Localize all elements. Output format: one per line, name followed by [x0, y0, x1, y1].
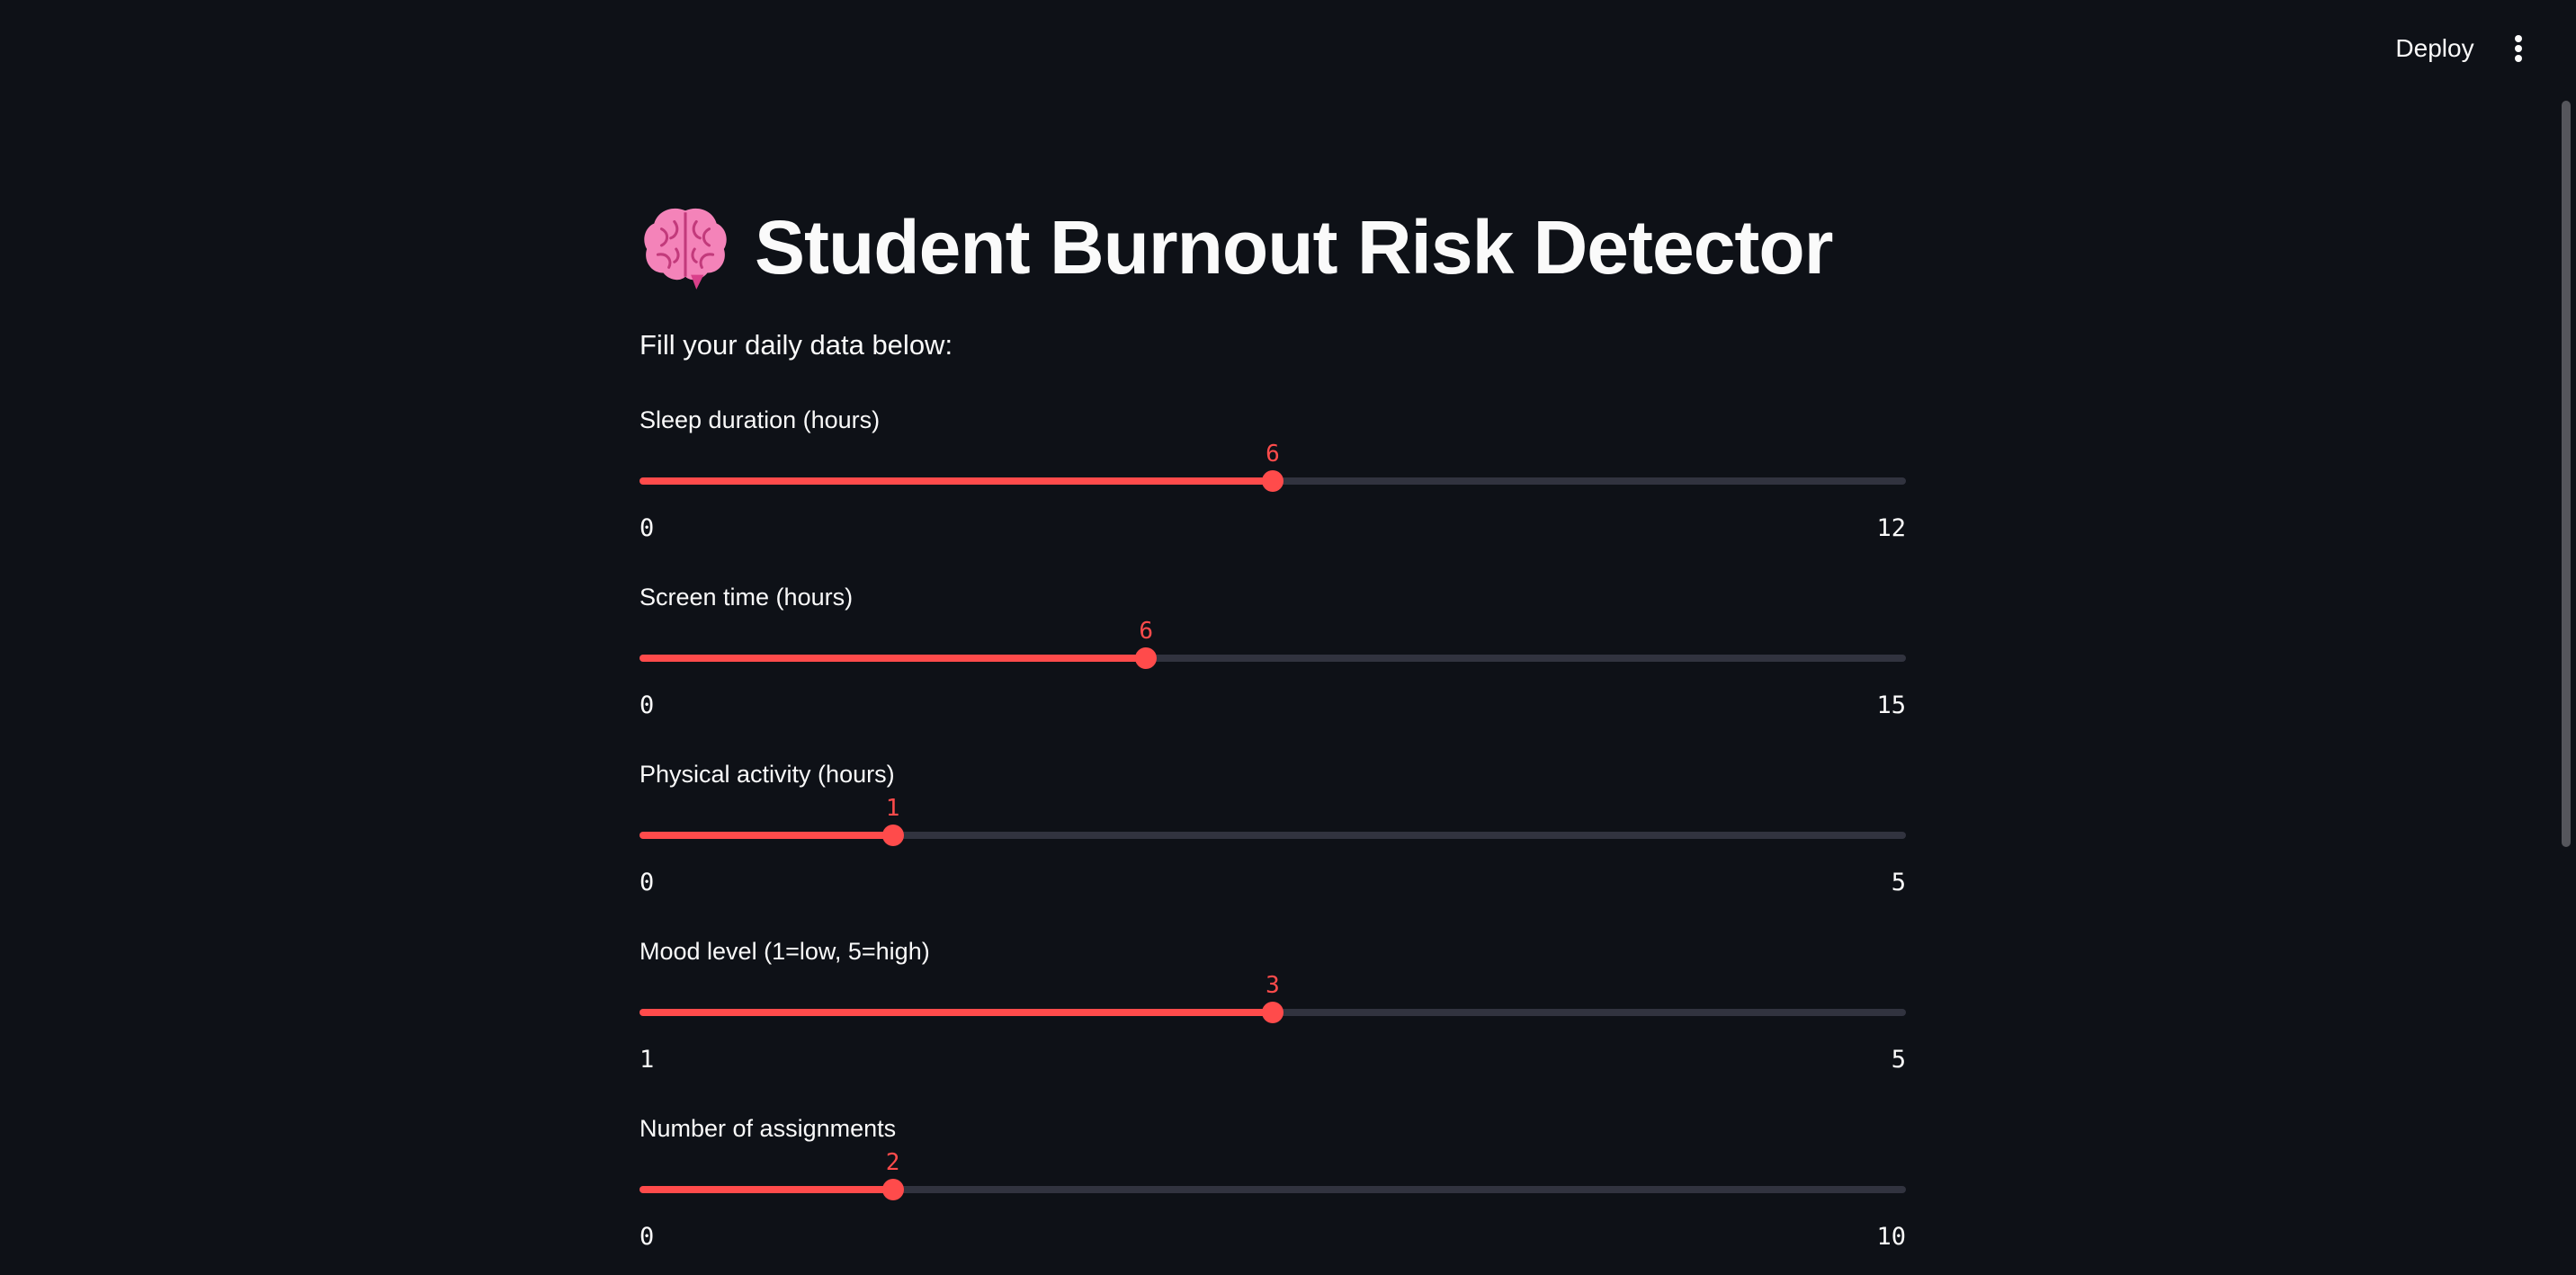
slider-max-label: 5 — [1891, 1046, 1906, 1074]
slider-fill — [640, 1186, 893, 1193]
slider-thumb[interactable] — [1135, 647, 1158, 669]
slider-max-label: 5 — [1891, 869, 1906, 896]
slider-label: Sleep duration (hours) — [640, 406, 881, 433]
deploy-button[interactable]: Deploy — [2376, 25, 2493, 72]
slider-max-label: 10 — [1876, 1223, 1906, 1251]
slider-label: Number of assignments — [640, 1115, 897, 1142]
slider-max-label: 15 — [1876, 691, 1906, 719]
slider-current-value: 6 — [1266, 441, 1280, 468]
slider-track[interactable] — [640, 832, 1906, 839]
app-header: Deploy — [0, 0, 2576, 95]
slider-current-value: 2 — [885, 1149, 900, 1176]
slider-thumb[interactable] — [1262, 1002, 1284, 1023]
slider-track[interactable] — [640, 655, 1906, 662]
slider-current-value: 6 — [1139, 618, 1154, 645]
title-row: Student Burnout Risk Detector — [640, 198, 1833, 297]
slider-min-label: 1 — [640, 1046, 655, 1074]
slider-min-label: 0 — [640, 514, 655, 542]
slider-fill — [640, 477, 1273, 485]
slider-screen-time: Screen time (hours) 6 0 15 — [640, 584, 1906, 745]
slider-current-value: 1 — [885, 795, 900, 822]
slider-current-value: 3 — [1266, 972, 1280, 999]
slider-fill — [640, 832, 893, 839]
slider-thumb[interactable] — [881, 1179, 904, 1200]
slider-thumb[interactable] — [881, 825, 904, 846]
main-menu-button[interactable] — [2500, 25, 2536, 72]
slider-thumb[interactable] — [1262, 470, 1284, 492]
slider-sleep-duration: Sleep duration (hours) 6 0 12 — [640, 406, 1906, 568]
slider-physical-activity: Physical activity (hours) 1 0 5 — [640, 761, 1906, 923]
page-title: Student Burnout Risk Detector — [755, 204, 1833, 290]
slider-track[interactable] — [640, 1186, 1906, 1193]
slider-label: Mood level (1=low, 5=high) — [640, 938, 930, 965]
slider-label: Screen time (hours) — [640, 584, 854, 611]
page-scrollbar[interactable] — [2562, 101, 2571, 847]
slider-min-label: 0 — [640, 691, 655, 719]
slider-min-label: 0 — [640, 869, 655, 896]
slider-fill — [640, 655, 1147, 662]
slider-max-label: 12 — [1876, 514, 1906, 542]
slider-mood-level: Mood level (1=low, 5=high) 3 1 5 — [640, 938, 1906, 1100]
slider-assignments: Number of assignments 2 0 10 — [640, 1115, 1906, 1275]
slider-min-label: 0 — [640, 1223, 655, 1251]
slider-label: Physical activity (hours) — [640, 761, 895, 788]
slider-fill — [640, 1009, 1273, 1016]
page-subtitle: Fill your daily data below: — [640, 329, 953, 361]
brain-icon — [644, 208, 727, 290]
